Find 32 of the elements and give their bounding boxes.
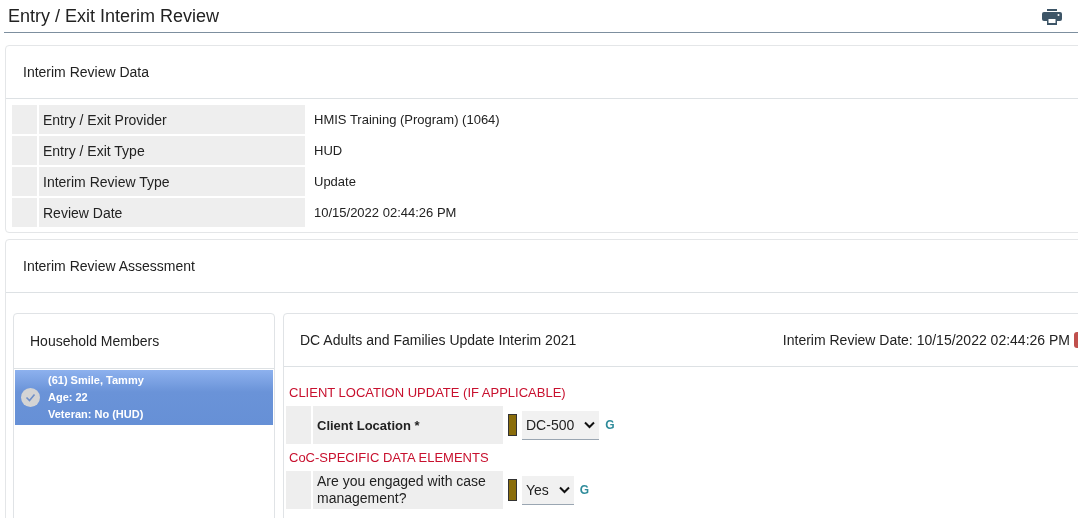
field-value: 10/15/2022 02:44:26 PM (313, 205, 457, 220)
print-icon[interactable] (1042, 8, 1062, 25)
section-heading: CoC-SPECIFIC DATA ELEMENTS (288, 449, 490, 467)
card-title: Interim Review Assessment (6, 240, 1078, 293)
g-link[interactable]: G (605, 418, 615, 432)
field-value: Update (313, 174, 356, 189)
member-veteran: Veteran: No (HUD) (48, 407, 144, 422)
field-value: HUD (313, 143, 343, 158)
household-member[interactable]: (61) Smile, Tammy Age: 22 Veteran: No (HUD) (15, 370, 273, 425)
field-label: Are you engaged with case management? (313, 471, 503, 509)
panel-title: Household Members (14, 314, 274, 369)
member-age: Age: 22 (48, 390, 89, 405)
caret-icon (558, 485, 570, 494)
field-label: Interim Review Type (39, 167, 305, 196)
member-name: (61) Smile, Tammy (48, 373, 144, 388)
flag-icon (508, 479, 517, 501)
card-title: Interim Review Data (6, 46, 1078, 99)
field-label: Review Date (39, 198, 305, 227)
section-heading: CLIENT LOCATION UPDATE (IF APPLICABLE) (288, 384, 567, 402)
field-label: Client Location * (313, 406, 503, 444)
dropdown[interactable]: Yes (522, 475, 574, 505)
form-title: DC Adults and Families Update Interim 2021 (300, 332, 577, 348)
review-date: Interim Review Date: 10/15/2022 02:44:26 PM (782, 332, 1070, 348)
check-icon (21, 388, 40, 407)
page-title: Entry / Exit Interim Review (8, 6, 220, 27)
field-label: Entry / Exit Type (39, 136, 305, 165)
g-link[interactable]: G (579, 483, 590, 497)
dropdown[interactable]: DC-500 (522, 410, 600, 440)
caret-icon (584, 420, 596, 429)
flag-icon (508, 414, 517, 436)
field-label: Entry / Exit Provider (39, 105, 305, 134)
field-value: HMIS Training (Program) (1064) (313, 112, 500, 127)
